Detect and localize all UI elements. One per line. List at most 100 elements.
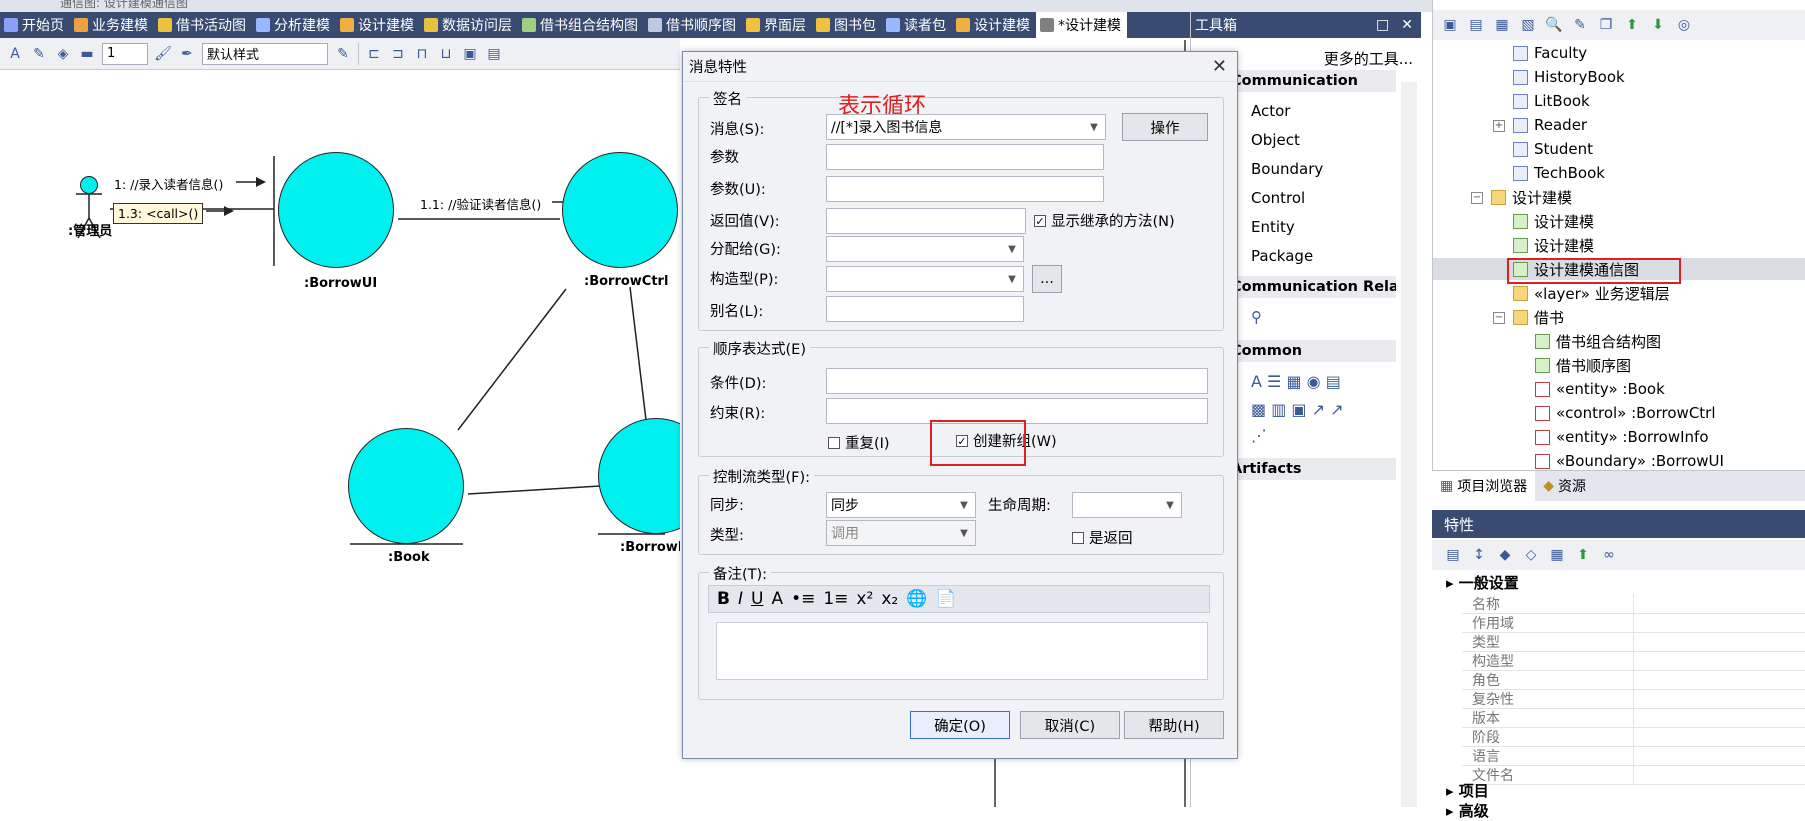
- move-down-icon[interactable]: ⬇: [1649, 16, 1667, 34]
- param1-input[interactable]: [826, 144, 1104, 170]
- lifecycle-select[interactable]: ▼: [1072, 492, 1182, 518]
- diagram-canvas[interactable]: :管理员 1: //录入读者信息() 1.3: <call>() 1.1: //…: [0, 70, 714, 807]
- stereotype-browse-button[interactable]: ...: [1032, 265, 1062, 293]
- close-icon[interactable]: ✕: [1401, 17, 1413, 33]
- tab-document[interactable]: 借书组合结构图: [518, 12, 644, 38]
- return-input[interactable]: [826, 208, 1026, 234]
- apply-style-icon[interactable]: ✎: [334, 45, 352, 63]
- font-color-icon[interactable]: A: [771, 589, 783, 609]
- tab-document[interactable]: 分析建模: [252, 12, 336, 38]
- property-row[interactable]: 文件名: [1462, 765, 1805, 785]
- type-select[interactable]: 调用 ▼: [826, 520, 976, 546]
- borrowui-node[interactable]: [278, 152, 394, 268]
- is-return-checkbox[interactable]: 是返回: [1072, 527, 1133, 548]
- cancel-button[interactable]: 取消(C): [1020, 711, 1120, 739]
- categorized-icon[interactable]: ▤: [1444, 546, 1462, 564]
- tree-item[interactable]: HistoryBook: [1513, 66, 1625, 88]
- property-row[interactable]: 语言: [1462, 746, 1805, 766]
- tree-item[interactable]: LitBook: [1513, 90, 1590, 112]
- common-tools-row-3[interactable]: ⋰: [1251, 426, 1267, 445]
- align-right-icon[interactable]: ⊐: [389, 45, 407, 63]
- tree-item[interactable]: Student: [1513, 138, 1593, 160]
- property-group-advanced[interactable]: ▸ 高级: [1446, 800, 1489, 821]
- param2-input[interactable]: [826, 176, 1104, 202]
- close-icon[interactable]: ✕: [1212, 56, 1227, 77]
- message-label[interactable]: 1: //录入读者信息(): [114, 174, 223, 193]
- tree-item[interactable]: 借书: [1513, 306, 1564, 328]
- tree-item[interactable]: TechBook: [1513, 162, 1605, 184]
- tab-document[interactable]: 业务建模: [70, 12, 154, 38]
- new-element-icon[interactable]: ▧: [1519, 16, 1537, 34]
- book-node[interactable]: [348, 428, 464, 544]
- property-row[interactable]: 类型: [1462, 632, 1805, 652]
- toolbox-item-object[interactable]: Object: [1251, 131, 1300, 149]
- tab-document[interactable]: 数据访问层: [420, 12, 518, 38]
- show-inherited-checkbox[interactable]: ✓ 显示继承的方法(N): [1034, 210, 1175, 231]
- property-row[interactable]: 名称: [1462, 594, 1805, 614]
- tab-resources[interactable]: ◆ 资源: [1535, 471, 1594, 501]
- tree-item[interactable]: 设计建模: [1491, 186, 1572, 208]
- tree-expander-icon[interactable]: −: [1493, 312, 1505, 324]
- ok-button[interactable]: 确定(O): [910, 711, 1010, 739]
- tab-document[interactable]: 借书顺序图: [644, 12, 742, 38]
- property-row[interactable]: 版本: [1462, 708, 1805, 728]
- tag-icon[interactable]: ◆: [1496, 546, 1514, 564]
- common-tools-row-2[interactable]: ▩ ▥ ▣ ↗ ↗: [1251, 400, 1344, 419]
- help-button[interactable]: 帮助(H): [1124, 711, 1224, 739]
- toolbox-item-boundary[interactable]: Boundary: [1251, 160, 1323, 178]
- fill-color-icon[interactable]: ◈: [54, 45, 72, 63]
- align-left-icon[interactable]: ⊏: [365, 45, 383, 63]
- font-icon[interactable]: A: [6, 45, 24, 63]
- alias-input[interactable]: [826, 296, 1024, 322]
- tree-item[interactable]: 设计建模: [1513, 210, 1594, 232]
- operation-button[interactable]: 操作: [1122, 113, 1208, 141]
- numbered-list-icon[interactable]: 1≡: [823, 589, 848, 609]
- toolbox-scrollbar[interactable]: [1401, 82, 1417, 807]
- edit-icon[interactable]: ✎: [1571, 16, 1589, 34]
- line-color-icon[interactable]: ▬: [78, 45, 96, 63]
- tab-document[interactable]: 图书包: [812, 12, 882, 38]
- tree-item[interactable]: «Boundary» :BorrowUI: [1535, 450, 1724, 472]
- properties-icon[interactable]: ▦: [1548, 546, 1566, 564]
- toolbox-item-package[interactable]: Package: [1251, 247, 1313, 265]
- align-bottom-icon[interactable]: ⊔: [437, 45, 455, 63]
- tab-document[interactable]: 界面层: [742, 12, 812, 38]
- tree-item[interactable]: Reader: [1513, 114, 1587, 136]
- glasses-icon[interactable]: ∞: [1600, 546, 1618, 564]
- tab-document[interactable]: 读者包: [882, 12, 952, 38]
- align-top-icon[interactable]: ⊓: [413, 45, 431, 63]
- common-tools-row-1[interactable]: A ☰ ▦ ◉ ▤: [1251, 372, 1341, 391]
- assign-select[interactable]: ▼: [826, 236, 1024, 262]
- toolbox-item-entity[interactable]: Entity: [1251, 218, 1295, 236]
- tree-item[interactable]: Faculty: [1513, 42, 1587, 64]
- property-row[interactable]: 作用域: [1462, 613, 1805, 633]
- tab-document[interactable]: 设计建模: [336, 12, 420, 38]
- borrowctrl-node[interactable]: [562, 152, 678, 268]
- new-model-icon[interactable]: ▣: [1441, 16, 1459, 34]
- bold-icon[interactable]: B: [717, 589, 730, 609]
- tree-item[interactable]: 借书顺序图: [1535, 354, 1631, 376]
- tree-item[interactable]: «entity» :BorrowInfo: [1535, 426, 1709, 448]
- tree-item[interactable]: «control» :BorrowCtrl: [1535, 402, 1716, 424]
- italic-icon[interactable]: I: [738, 589, 743, 609]
- toolbox-item-control[interactable]: Control: [1251, 189, 1305, 207]
- stereotype-select[interactable]: ▼: [826, 266, 1024, 292]
- repeat-checkbox[interactable]: 重复(I): [828, 432, 890, 453]
- property-row[interactable]: 角色: [1462, 670, 1805, 690]
- up-icon[interactable]: ⬆: [1574, 546, 1592, 564]
- property-row[interactable]: 复杂性: [1462, 689, 1805, 709]
- tree-item[interactable]: 设计建模: [1513, 234, 1594, 256]
- tab-document[interactable]: *设计建模: [1036, 12, 1127, 38]
- message-label-verify[interactable]: 1.1: //验证读者信息(): [420, 194, 541, 213]
- new-diagram-icon[interactable]: ▦: [1493, 16, 1511, 34]
- line-width-stepper[interactable]: 1: [102, 42, 148, 65]
- same-size-icon[interactable]: ▣: [461, 45, 479, 63]
- help-icon[interactable]: ◎: [1675, 16, 1693, 34]
- toolbox-item-actor[interactable]: Actor: [1251, 102, 1290, 120]
- sync-select[interactable]: 同步 ▼: [826, 492, 976, 518]
- tag-alt-icon[interactable]: ◇: [1522, 546, 1540, 564]
- condition-input[interactable]: [826, 368, 1208, 394]
- tree-item[interactable]: 借书组合结构图: [1535, 330, 1661, 352]
- tree-item[interactable]: «layer» 业务逻辑层: [1513, 282, 1670, 304]
- restore-icon[interactable]: □: [1376, 17, 1389, 33]
